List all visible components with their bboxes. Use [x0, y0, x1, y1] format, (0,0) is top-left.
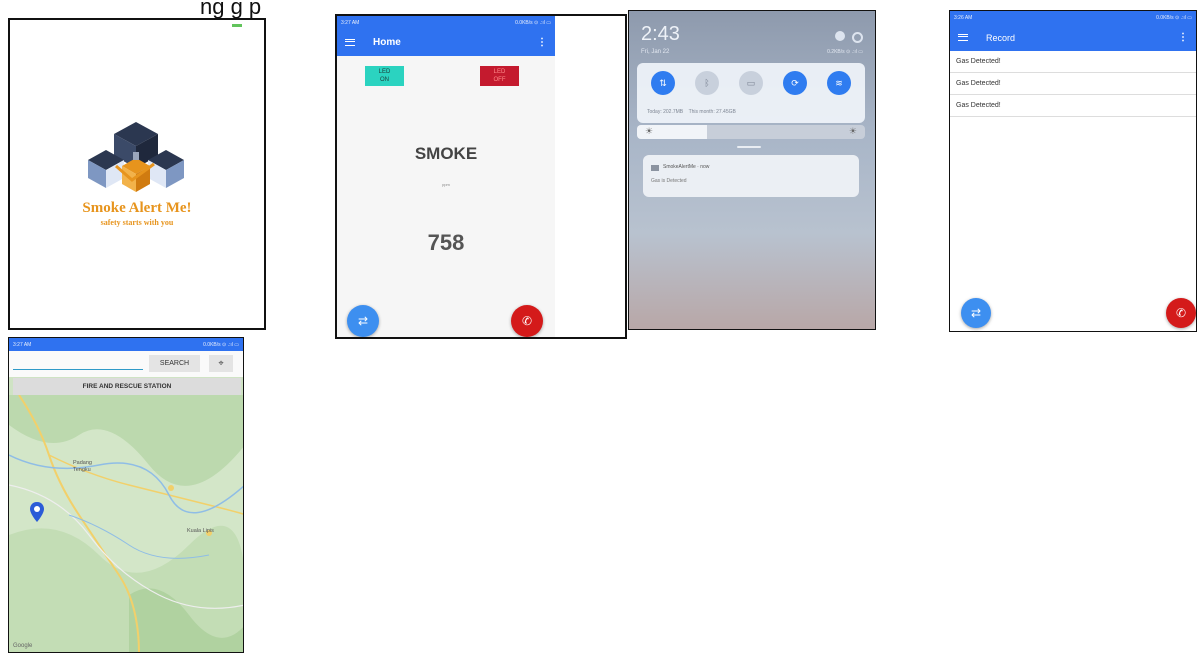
call-fab-button[interactable]: ✆ — [511, 305, 543, 337]
record-list-item[interactable]: Gas Detected! — [950, 51, 1196, 73]
swap-fab-button[interactable]: ⇄ — [347, 305, 379, 337]
search-bar-row: SEARCH ⌖ — [9, 351, 243, 377]
status-time: 3:26 AM — [954, 14, 973, 21]
caption-text: ng g p — [200, 0, 262, 19]
bluetooth-toggle-icon[interactable]: ᛒ — [695, 71, 719, 95]
brightness-slider[interactable]: ☀ ☀ — [637, 125, 865, 139]
map-view[interactable] — [9, 395, 244, 653]
status-bar: 3:27 AM 0.0KB/s ⊙ .:ıl ▭ — [337, 16, 555, 29]
map-pin-icon[interactable] — [29, 501, 45, 523]
search-button[interactable]: SEARCH — [149, 355, 200, 372]
shade-time: 2:43 — [641, 23, 680, 45]
kebab-icon[interactable]: ⋮ — [1178, 32, 1188, 43]
status-bar: 3:27 AM 0.0KB/s ⊙ .:ıl ▭ — [9, 338, 243, 351]
app-bar-title: Home — [373, 37, 401, 48]
app-bar: Home ⋮ — [337, 29, 555, 56]
data-usage-text: Today: 202.7MB This month: 27.45GB — [647, 109, 736, 115]
map-attribution: Google — [13, 643, 33, 649]
splash-title: Smoke Alert Me! — [82, 200, 192, 216]
fire-station-banner[interactable]: FIRE AND RESCUE STATION — [13, 378, 241, 395]
smoke-value: 758 — [427, 230, 465, 255]
locate-icon: ⌖ — [218, 358, 224, 368]
status-time: 3:27 AM — [13, 341, 32, 348]
quick-settings-panel: ⇅ ᛒ ▭ ⟳ ≋ Today: 202.7MB This month: 27.… — [637, 63, 865, 123]
map-screen: 3:27 AM 0.0KB/s ⊙ .:ıl ▭ SEARCH ⌖ FIRE A… — [8, 337, 244, 653]
swap-fab-button[interactable]: ⇄ — [961, 298, 991, 328]
app-bar-title: Record — [986, 32, 1016, 43]
splash-logo-icon — [88, 122, 184, 192]
status-icons: 0.0KB/s ⊙ .:ıl ▭ — [515, 19, 551, 26]
swap-icon: ⇄ — [970, 306, 982, 320]
led-on-button[interactable]: LED ON — [365, 66, 404, 86]
record-list-item[interactable]: Gas Detected! — [950, 73, 1196, 95]
record-list-item[interactable]: Gas Detected! — [950, 95, 1196, 117]
smoke-unit: ppm — [442, 182, 450, 187]
gear-icon[interactable] — [852, 32, 863, 43]
hamburger-icon[interactable] — [345, 39, 355, 46]
app-notification-card[interactable]: SmokeAlertMe · now Gas is Detected — [643, 155, 859, 197]
status-bar: 3:26 AM 0.0KB/s ⊙ .:ıl ▭ — [950, 11, 1196, 24]
search-input[interactable] — [13, 369, 143, 370]
phone-icon: ✆ — [521, 314, 533, 328]
splash-screen: Smoke Alert Me! safety starts with you — [8, 18, 266, 330]
settings-toggle-icon[interactable] — [835, 31, 845, 41]
app-bar: Record ⋮ — [950, 24, 1196, 51]
status-icons: 0.0KB/s ⊙ .:ıl ▭ — [1156, 14, 1192, 21]
data-toggle-icon[interactable]: ⇅ — [651, 71, 675, 95]
phone-icon: ✆ — [1175, 306, 1187, 320]
swap-icon: ⇄ — [357, 314, 369, 328]
cast-toggle-icon[interactable]: ▭ — [739, 71, 763, 95]
shade-date: Fri, Jan 22 — [641, 49, 670, 55]
notification-title: SmokeAlertMe · now — [663, 164, 710, 170]
kebab-icon[interactable]: ⋮ — [537, 37, 547, 48]
status-time: 3:27 AM — [341, 19, 360, 26]
smoke-label: SMOKE — [414, 144, 478, 163]
home-app-area: 3:27 AM 0.0KB/s ⊙ .:ıl ▭ Home ⋮ LED ON L… — [337, 16, 555, 337]
hamburger-icon[interactable] — [958, 34, 968, 41]
place-label-kuala-lipis: Kuala Lipis — [187, 528, 214, 534]
splash-subtitle: safety starts with you — [100, 218, 174, 227]
rotate-toggle-icon[interactable]: ⟳ — [783, 71, 807, 95]
notification-shade-screen: 2:43 Fri, Jan 22 0.2KB/s ⊙ .:ıl ▭ ⇅ ᛒ ▭ … — [628, 10, 876, 330]
notification-body: Gas is Detected — [651, 178, 687, 184]
location-button[interactable]: ⌖ — [209, 355, 233, 372]
wifi-toggle-icon[interactable]: ≋ — [827, 71, 851, 95]
shade-status-icons: 0.2KB/s ⊙ .:ıl ▭ — [827, 49, 863, 55]
status-icons: 0.0KB/s ⊙ .:ıl ▭ — [203, 341, 239, 348]
place-label-padang: Padang Tengku — [73, 460, 92, 473]
brightness-low-icon: ☀ — [645, 126, 654, 136]
battery-indicator — [232, 24, 242, 27]
record-screen: 3:26 AM 0.0KB/s ⊙ .:ıl ▭ Record ⋮ Gas De… — [949, 10, 1197, 332]
notification-app-icon — [651, 165, 659, 171]
brightness-auto-icon: ☀ — [848, 126, 857, 136]
call-fab-button[interactable]: ✆ — [1166, 298, 1196, 328]
home-screen: 3:27 AM 0.0KB/s ⊙ .:ıl ▭ Home ⋮ LED ON L… — [335, 14, 627, 339]
shade-handle — [737, 146, 761, 148]
led-off-button[interactable]: LED OFF — [480, 66, 519, 86]
